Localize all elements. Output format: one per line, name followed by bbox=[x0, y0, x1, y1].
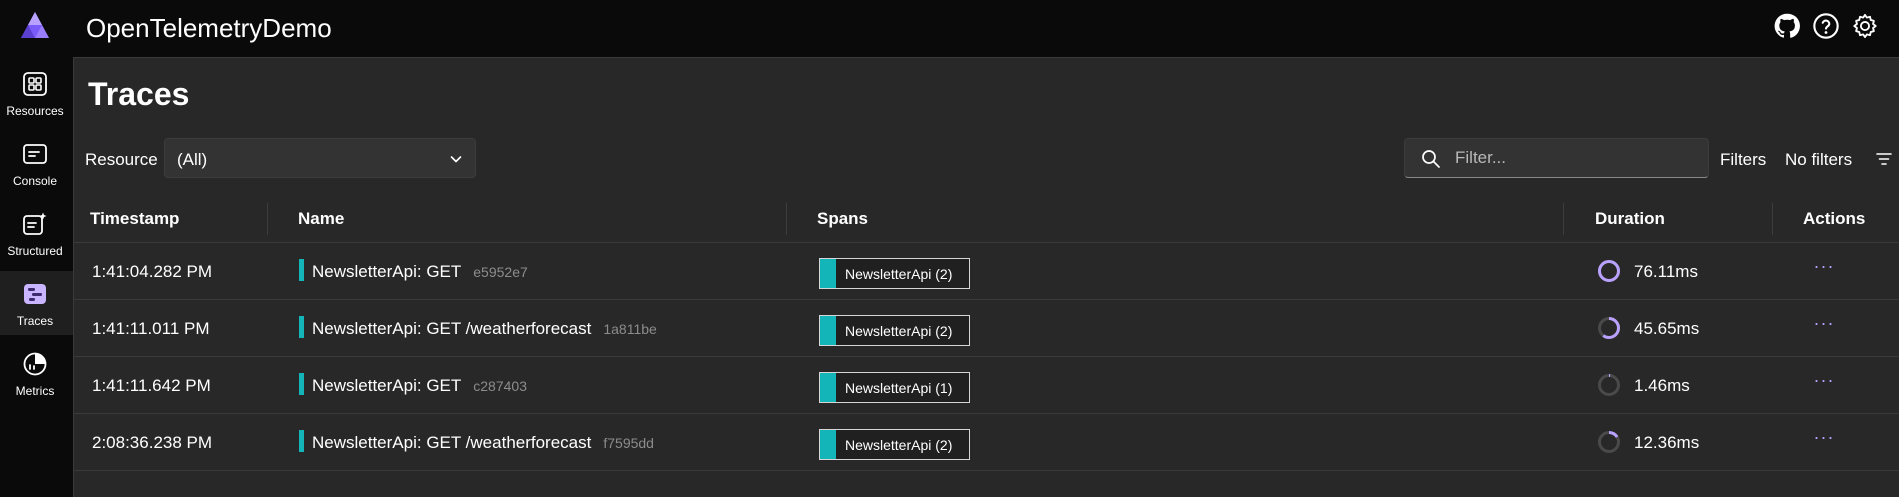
span-label: NewsletterApi (2) bbox=[845, 437, 953, 453]
span-fill bbox=[820, 373, 836, 402]
duration-ring-track bbox=[1598, 374, 1620, 396]
duration-ring-progress bbox=[1598, 260, 1620, 282]
filters-label: Filters bbox=[1720, 150, 1767, 169]
span-label: NewsletterApi (2) bbox=[845, 323, 953, 339]
sidebar-nav: Resources Console Structured Traces Metr… bbox=[0, 57, 73, 497]
column-header-timestamp[interactable]: Timestamp bbox=[90, 209, 179, 229]
more-actions-button[interactable]: ··· bbox=[1812, 257, 1836, 281]
timestamp-cell: 2:08:36.238 PM bbox=[92, 433, 213, 452]
duration-ring-icon bbox=[1598, 431, 1620, 453]
sidebar-item-metrics[interactable]: Metrics bbox=[0, 341, 73, 405]
duration-ring-icon bbox=[1598, 260, 1620, 282]
span-label: NewsletterApi (1) bbox=[845, 380, 953, 396]
resource-label: Resource bbox=[85, 150, 158, 169]
duration-ring-icon bbox=[1598, 317, 1620, 339]
search-icon bbox=[1422, 150, 1440, 168]
name-color-bar bbox=[299, 259, 304, 281]
sidebar-item-label: Metrics bbox=[15, 384, 55, 398]
chevron-down-icon bbox=[450, 156, 462, 163]
sidebar-item-label: Structured bbox=[7, 244, 63, 258]
trace-name[interactable]: NewsletterApi: GET bbox=[312, 262, 461, 281]
top-bar: OpenTelemetryDemo bbox=[0, 0, 1899, 57]
sidebar-item-label: Traces bbox=[16, 314, 54, 328]
timestamp-cell: 1:41:04.282 PM bbox=[92, 262, 213, 281]
filters-status: No filters bbox=[1785, 150, 1853, 169]
filter-icon[interactable] bbox=[1875, 150, 1893, 168]
metrics-icon bbox=[23, 352, 47, 376]
trace-name[interactable]: NewsletterApi: GET bbox=[312, 376, 461, 395]
main-content: Traces Resource (All) Filters No filters… bbox=[73, 57, 1899, 497]
sidebar-item-console[interactable]: Console bbox=[0, 131, 73, 195]
more-actions-button[interactable]: ··· bbox=[1812, 314, 1836, 338]
name-cell: NewsletterApi: GET c287403 bbox=[312, 376, 527, 396]
name-cell: NewsletterApi: GET e5952e7 bbox=[312, 262, 528, 282]
resource-select[interactable]: (All) bbox=[164, 138, 476, 178]
name-color-bar bbox=[299, 316, 304, 338]
column-header-name[interactable]: Name bbox=[298, 209, 344, 229]
column-divider[interactable] bbox=[786, 203, 787, 235]
duration-cell: 1.46ms bbox=[1634, 376, 1690, 395]
trace-id: 1a811be bbox=[603, 321, 657, 337]
timestamp-cell: 1:41:11.642 PM bbox=[92, 376, 211, 395]
name-cell: NewsletterApi: GET /weatherforecast f7595… bbox=[312, 433, 654, 453]
span-label: NewsletterApi (2) bbox=[845, 266, 953, 282]
duration-cell: 12.36ms bbox=[1634, 433, 1700, 452]
trace-name[interactable]: NewsletterApi: GET /weatherforecast bbox=[312, 433, 591, 452]
name-color-bar bbox=[299, 373, 304, 395]
trace-id: f7595dd bbox=[603, 435, 654, 451]
span-fill bbox=[820, 430, 836, 459]
filter-field[interactable] bbox=[1404, 138, 1709, 178]
column-header-actions: Actions bbox=[1803, 209, 1866, 228]
table-row[interactable]: 1:41:11.642 PM NewsletterApi: GET c287403… bbox=[74, 357, 1899, 414]
span-badge[interactable]: NewsletterApi (2) bbox=[819, 429, 970, 460]
duration-cell: 76.11ms bbox=[1634, 262, 1698, 281]
column-header-duration[interactable]: Duration bbox=[1595, 209, 1665, 229]
trace-name[interactable]: NewsletterApi: GET /weatherforecast bbox=[312, 319, 591, 338]
help-icon[interactable] bbox=[1812, 12, 1840, 40]
span-fill bbox=[820, 316, 836, 345]
sidebar-item-traces[interactable]: Traces bbox=[0, 271, 73, 335]
name-cell: NewsletterApi: GET /weatherforecast 1a811… bbox=[312, 319, 657, 339]
app-title[interactable]: OpenTelemetryDemo bbox=[86, 13, 332, 44]
duration-cell: 45.65ms bbox=[1634, 319, 1700, 338]
timestamp-cell: 1:41:11.011 PM bbox=[92, 319, 210, 338]
more-actions-button[interactable]: ··· bbox=[1812, 371, 1836, 395]
sidebar-item-label: Resources bbox=[6, 104, 64, 118]
github-icon[interactable] bbox=[1773, 12, 1801, 40]
column-header-spans[interactable]: Spans bbox=[817, 209, 868, 229]
table-row[interactable]: 1:41:11.011 PM NewsletterApi: GET /weath… bbox=[74, 300, 1899, 357]
span-badge[interactable]: NewsletterApi (2) bbox=[819, 258, 970, 289]
traces-icon bbox=[24, 284, 46, 304]
duration-ring-icon bbox=[1598, 374, 1620, 396]
name-color-bar bbox=[299, 430, 304, 452]
span-fill bbox=[820, 259, 836, 288]
sidebar-item-resources[interactable]: Resources bbox=[0, 61, 73, 125]
filter-input[interactable] bbox=[1455, 139, 1695, 177]
more-actions-button[interactable]: ··· bbox=[1812, 428, 1836, 452]
table-header: Timestamp Name Spans Duration Actions bbox=[74, 193, 1899, 243]
sidebar-item-structured[interactable]: Structured bbox=[0, 201, 73, 265]
table-row[interactable]: 2:08:36.238 PM NewsletterApi: GET /weath… bbox=[74, 414, 1899, 471]
settings-icon[interactable] bbox=[1851, 12, 1879, 40]
span-badge[interactable]: NewsletterApi (2) bbox=[819, 315, 970, 346]
column-divider[interactable] bbox=[1563, 203, 1564, 235]
console-icon bbox=[23, 144, 47, 164]
span-badge[interactable]: NewsletterApi (1) bbox=[819, 372, 970, 403]
trace-id: c287403 bbox=[473, 378, 527, 394]
trace-id: e5952e7 bbox=[473, 264, 528, 280]
column-divider[interactable] bbox=[1772, 203, 1773, 235]
resource-select-value: (All) bbox=[177, 150, 208, 169]
aspire-logo[interactable] bbox=[19, 10, 51, 40]
structured-icon bbox=[23, 212, 47, 235]
resources-icon bbox=[23, 72, 47, 96]
sidebar-item-label: Console bbox=[12, 174, 58, 188]
table-row[interactable]: 1:41:04.282 PM NewsletterApi: GET e5952e7… bbox=[74, 243, 1899, 300]
page-title: Traces bbox=[88, 76, 190, 112]
column-divider[interactable] bbox=[267, 203, 268, 235]
